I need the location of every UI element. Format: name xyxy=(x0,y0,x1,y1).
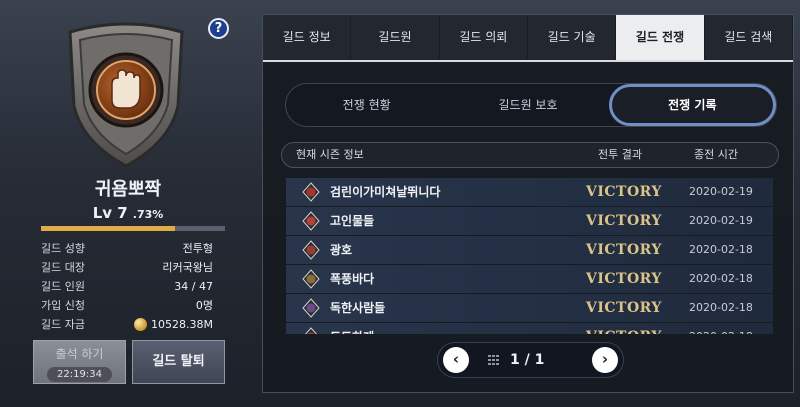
page-indicator: 1 / 1 xyxy=(510,352,545,368)
subtab-member-protection[interactable]: 길드원 보호 xyxy=(447,84,608,126)
guild-info-row: 길드 자금 10528.38M xyxy=(41,315,213,334)
battle-result: VICTORY xyxy=(586,323,662,334)
help-button[interactable]: ? xyxy=(208,18,229,39)
tab-divider xyxy=(263,60,793,62)
attend-button[interactable]: 출석 하기 22:19:34 xyxy=(33,340,126,384)
war-subtabs: 전쟁 현황 길드원 보호 전쟁 기록 xyxy=(285,83,777,127)
tab-guild-members[interactable]: 길드원 xyxy=(351,15,440,60)
info-label: 길드 대장 xyxy=(41,261,85,274)
enemy-guild-name: 드드하게 xyxy=(330,323,374,334)
next-page-button[interactable]: › xyxy=(592,347,618,373)
end-date: 2020-02-18 xyxy=(689,243,753,256)
war-record-row[interactable]: 드드하게 VICTORY 2020-02-18 xyxy=(286,323,773,334)
guild-level: Lv 7 .73% xyxy=(0,203,256,222)
guild-funds-value: 10528.38M xyxy=(151,318,213,331)
info-value: 전투형 xyxy=(182,242,213,255)
subtab-war-records[interactable]: 전쟁 기록 xyxy=(608,84,776,126)
guild-emblem-icon xyxy=(302,211,320,231)
prev-page-button[interactable]: ‹ xyxy=(443,347,469,373)
war-record-row[interactable]: 검린이가미쳐날뛰니다 VICTORY 2020-02-19 xyxy=(286,178,773,206)
guild-name: 귀욤뽀짝 xyxy=(94,179,162,200)
header-battle-result: 전투 결과 xyxy=(598,148,642,161)
tab-guild-requests[interactable]: 길드 의뢰 xyxy=(439,15,528,60)
enemy-guild-name: 고인물들 xyxy=(330,214,375,228)
battle-result: VICTORY xyxy=(586,184,662,200)
header-end-time: 종전 시간 xyxy=(694,148,738,161)
info-value-funds: 10528.38M xyxy=(134,315,213,334)
enemy-guild-name: 검린이가미쳐날뛰니다 xyxy=(330,185,441,199)
end-date: 2020-02-19 xyxy=(689,214,753,227)
subtab-war-status[interactable]: 전쟁 현황 xyxy=(286,84,447,126)
tab-guild-war[interactable]: 길드 전쟁 xyxy=(616,15,705,60)
header-season-info: 현재 시즌 정보 xyxy=(296,148,364,161)
end-date: 2020-02-18 xyxy=(689,323,753,334)
guild-exp-bar-fill xyxy=(41,226,176,231)
info-label: 길드 성향 xyxy=(41,242,85,255)
tab-guild-skills[interactable]: 길드 기술 xyxy=(527,15,617,60)
guild-exp-bar xyxy=(41,226,225,231)
info-label: 길드 인원 xyxy=(41,280,85,293)
war-record-row[interactable]: 독한사람들 VICTORY 2020-02-18 xyxy=(286,294,773,322)
guild-tabs: 길드 정보 길드원 길드 의뢰 길드 기술 길드 전쟁 길드 검색 xyxy=(263,15,793,60)
battle-result: VICTORY xyxy=(586,271,662,287)
records-list-header: 현재 시즌 정보 전투 결과 종전 시간 xyxy=(281,142,779,168)
war-record-row[interactable]: 폭풍바다 VICTORY 2020-02-18 xyxy=(286,265,773,293)
guild-emblem-icon xyxy=(302,298,320,318)
info-value: 0명 xyxy=(195,299,213,312)
guild-war-panel: 길드 정보 길드원 길드 의뢰 길드 기술 길드 전쟁 길드 검색 전쟁 현황 … xyxy=(262,14,794,393)
war-record-row[interactable]: 고인물들 VICTORY 2020-02-19 xyxy=(286,207,773,235)
guild-info-row: 길드 성향 전투형 xyxy=(41,239,213,258)
end-date: 2020-02-19 xyxy=(689,185,753,198)
guild-level-value: Lv 7 xyxy=(92,204,128,222)
tab-guild-search[interactable]: 길드 검색 xyxy=(704,15,793,60)
guild-emblem-icon xyxy=(304,327,318,334)
tab-guild-info[interactable]: 길드 정보 xyxy=(263,15,352,60)
guild-summary-panel: ? 귀욤뽀짝 Lv 7 .73% 길드 성향 전투형 길드 대장 리커국왕님 길… xyxy=(0,0,256,407)
enemy-guild-name: 광호 xyxy=(330,243,353,257)
page-grid-icon xyxy=(488,355,499,365)
war-record-row[interactable]: 광호 VICTORY 2020-02-18 xyxy=(286,236,773,264)
gold-coin-icon xyxy=(134,318,148,331)
guild-info-row: 가입 신청 0명 xyxy=(41,296,213,315)
attend-button-label: 출석 하기 xyxy=(55,347,104,361)
battle-result: VICTORY xyxy=(586,300,662,316)
info-label: 길드 자금 xyxy=(41,318,85,331)
end-date: 2020-02-18 xyxy=(689,272,753,285)
info-label: 가입 신청 xyxy=(41,299,85,312)
guild-info-table: 길드 성향 전투형 길드 대장 리커국왕님 길드 인원 34 / 47 가입 신… xyxy=(41,239,213,334)
guild-info-row: 길드 대장 리커국왕님 xyxy=(41,258,213,277)
enemy-guild-name: 독한사람들 xyxy=(330,301,386,315)
info-value: 리커국왕님 xyxy=(162,261,213,274)
end-date: 2020-02-18 xyxy=(689,301,753,314)
guild-exp-percent: .73% xyxy=(132,208,164,221)
guild-emblem-icon xyxy=(302,182,320,202)
guild-info-row: 길드 인원 34 / 47 xyxy=(41,277,213,296)
enemy-guild-name: 폭풍바다 xyxy=(330,272,375,286)
war-records-list[interactable]: 검린이가미쳐날뛰니다 VICTORY 2020-02-19 고인물들 VICTORY 20… xyxy=(286,178,773,334)
pagination: ‹ 1 / 1 › xyxy=(437,342,624,378)
guild-emblem-icon xyxy=(68,22,184,168)
guild-emblem-icon xyxy=(302,269,320,289)
attend-timer: 22:19:34 xyxy=(47,367,112,382)
battle-result: VICTORY xyxy=(586,213,662,229)
info-value: 34 / 47 xyxy=(174,280,213,293)
guild-emblem-icon xyxy=(302,240,320,260)
battle-result: VICTORY xyxy=(586,242,662,258)
leave-guild-button[interactable]: 길드 탈퇴 xyxy=(132,340,225,384)
